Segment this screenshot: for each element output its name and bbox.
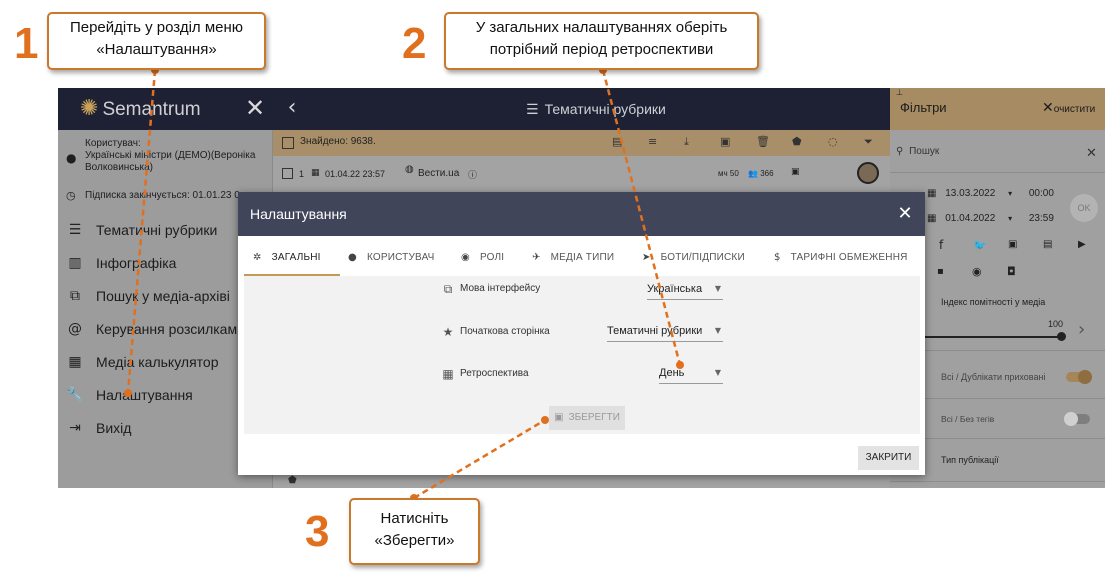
step-number-2: 2 xyxy=(402,19,427,68)
step-number-3: 3 xyxy=(305,507,330,556)
callout-step-2: У загальних налаштуваннях оберіть потріб… xyxy=(444,12,759,70)
step-number-1: 1 xyxy=(14,19,39,68)
callout-step-3: Натисніть «Зберегти» xyxy=(349,498,480,565)
callout-step-1: Перейдіть у розділ меню «Налаштування» xyxy=(47,12,266,70)
annotation-lines xyxy=(124,66,684,502)
